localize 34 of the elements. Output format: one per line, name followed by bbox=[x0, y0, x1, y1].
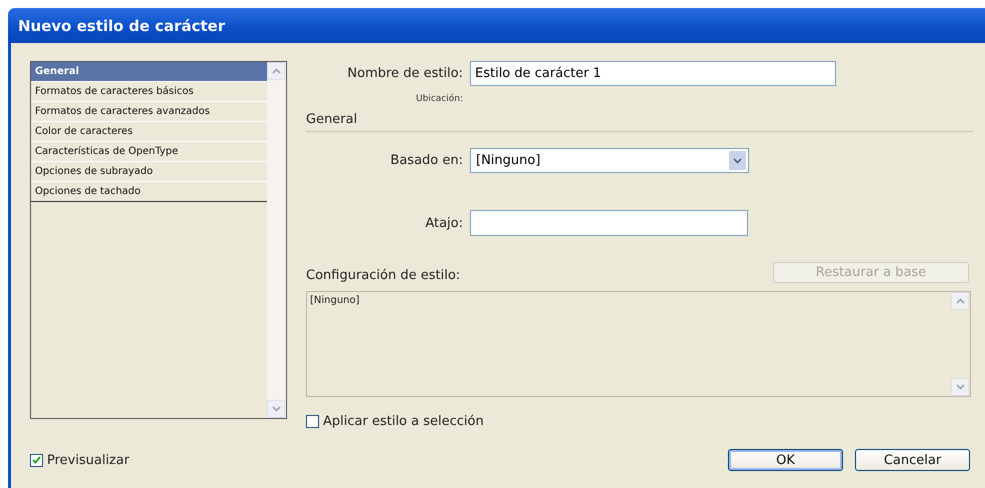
sidebar-item[interactable]: Opciones de tachado bbox=[31, 182, 267, 202]
chevron-up-icon bbox=[272, 68, 280, 74]
window-title: Nuevo estilo de carácter bbox=[8, 8, 985, 43]
based-on-dropdown[interactable]: [Ninguno] bbox=[470, 148, 749, 173]
scroll-up-button[interactable] bbox=[951, 292, 969, 310]
chevron-down-icon bbox=[956, 384, 964, 390]
field-label: Basado en: bbox=[389, 153, 463, 168]
preview-checkbox[interactable] bbox=[30, 454, 43, 466]
chevron-down-icon bbox=[272, 406, 280, 412]
apply-checkbox[interactable] bbox=[306, 415, 319, 428]
sidebar-item[interactable]: General bbox=[31, 62, 267, 82]
dialog-button[interactable]: OK bbox=[728, 449, 843, 471]
chevron-down-icon bbox=[733, 158, 742, 164]
chevron-up-icon bbox=[956, 298, 964, 304]
sidebar-item[interactable]: Color de caracteres bbox=[31, 122, 267, 142]
sidebar-item[interactable]: Formatos de caracteres avanzados bbox=[31, 102, 267, 122]
style-name-field[interactable]: Estilo de carácter 1 bbox=[470, 61, 836, 86]
sidebar-item[interactable]: Características de OpenType bbox=[31, 142, 267, 162]
field-label: Atajo: bbox=[424, 216, 463, 230]
dialog-button[interactable]: Cancelar bbox=[855, 449, 970, 471]
sidebar-item[interactable]: Formatos de caracteres básicos bbox=[31, 82, 267, 102]
field-label: Nombre de estilo: bbox=[346, 66, 463, 81]
shortcut-field[interactable] bbox=[470, 210, 748, 236]
scroll-up-button[interactable] bbox=[267, 62, 285, 80]
section-title: General bbox=[306, 112, 973, 132]
checkbox-label: Aplicar estilo a selección bbox=[323, 414, 484, 429]
sidebar-item[interactable]: Opciones de subrayado bbox=[31, 162, 267, 182]
scroll-down-button[interactable] bbox=[951, 378, 969, 396]
style-settings-text: [Ninguno] bbox=[309, 294, 361, 308]
location-label: Ubicación: bbox=[415, 94, 463, 104]
style-settings-label: Configuración de estilo: bbox=[306, 268, 460, 283]
checkmark-icon bbox=[32, 456, 41, 464]
scroll-down-button[interactable] bbox=[267, 400, 285, 418]
checkbox-label: Previsualizar bbox=[47, 452, 130, 468]
